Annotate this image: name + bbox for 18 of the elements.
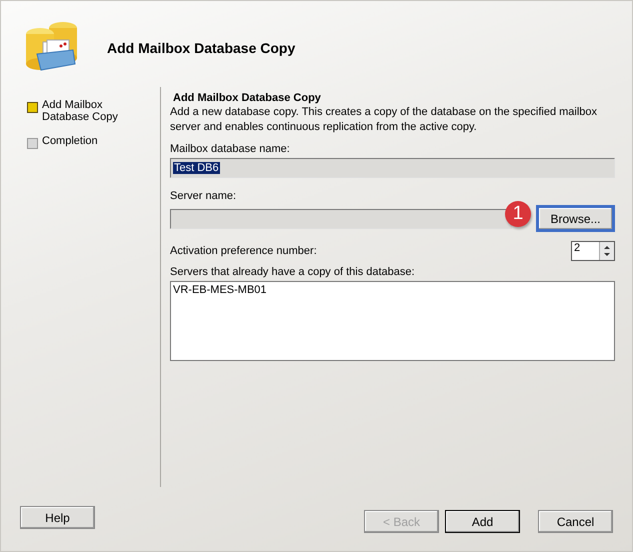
step-label[interactable]: Add Mailbox Database Copy	[42, 99, 132, 123]
step-label[interactable]: Completion	[42, 135, 132, 147]
database-name-field[interactable]: Test DB6	[170, 158, 615, 178]
field-label: Server name:	[170, 190, 238, 202]
field-label: Activation preference number:	[170, 245, 317, 257]
page-description: Add a new database copy. This creates a copy of the database on the specified mailbox server and enables continuous replication from the active copy.	[170, 105, 598, 135]
browse-button[interactable]: Browse...	[536, 205, 615, 232]
preference-spinner[interactable]: 2	[571, 241, 615, 261]
wizard-title: Add Mailbox Database Copy	[107, 40, 296, 56]
help-button[interactable]: Help	[20, 506, 95, 529]
wizard-button[interactable]: Cancel	[538, 510, 613, 533]
page-heading: Add Mailbox Database Copy	[173, 92, 322, 104]
callout-badge: 1	[505, 201, 531, 227]
wizard-button[interactable]: Add	[445, 510, 520, 533]
field-label: Mailbox database name:	[170, 143, 291, 155]
server-item[interactable]: VR-EB-MES-MB01	[173, 284, 612, 296]
field-label: Servers that already have a copy of this database:	[170, 266, 416, 278]
server-name-field[interactable]	[170, 208, 512, 228]
